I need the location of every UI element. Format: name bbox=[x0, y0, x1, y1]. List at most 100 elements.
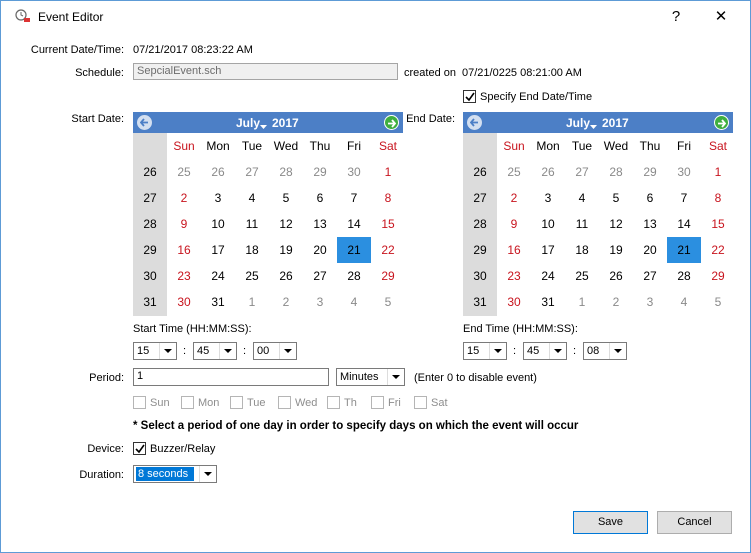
calendar-day[interactable]: 27 bbox=[633, 263, 667, 289]
calendar-day[interactable]: 18 bbox=[235, 237, 269, 263]
day-checkbox-mon[interactable] bbox=[181, 396, 194, 409]
calendar-day[interactable]: 27 bbox=[565, 159, 599, 185]
calendar-day[interactable]: 29 bbox=[371, 263, 405, 289]
calendar-day[interactable]: 28 bbox=[337, 263, 371, 289]
end-year[interactable]: 2017 bbox=[602, 116, 629, 130]
calendar-day[interactable]: 1 bbox=[371, 159, 405, 185]
calendar-day[interactable]: 30 bbox=[667, 159, 701, 185]
next-month-icon[interactable] bbox=[384, 115, 399, 130]
calendar-day[interactable]: 23 bbox=[497, 263, 531, 289]
month-dropdown-icon[interactable] bbox=[260, 125, 267, 129]
calendar-day[interactable]: 7 bbox=[667, 185, 701, 211]
calendar-day[interactable]: 11 bbox=[235, 211, 269, 237]
day-checkbox-th[interactable] bbox=[327, 396, 340, 409]
calendar-day[interactable]: 5 bbox=[371, 289, 405, 315]
day-checkbox-fri[interactable] bbox=[371, 396, 384, 409]
chevron-down-icon[interactable] bbox=[609, 343, 626, 359]
calendar-day[interactable]: 25 bbox=[565, 263, 599, 289]
chevron-down-icon[interactable] bbox=[387, 369, 404, 385]
calendar-day[interactable]: 14 bbox=[667, 211, 701, 237]
calendar-day[interactable]: 14 bbox=[337, 211, 371, 237]
calendar-day[interactable]: 19 bbox=[269, 237, 303, 263]
chevron-down-icon[interactable] bbox=[199, 466, 216, 482]
start-second-select[interactable]: 00 bbox=[253, 342, 297, 360]
calendar-day[interactable]: 12 bbox=[269, 211, 303, 237]
calendar-day[interactable]: 26 bbox=[201, 159, 235, 185]
calendar-day[interactable]: 30 bbox=[337, 159, 371, 185]
calendar-day[interactable]: 11 bbox=[565, 211, 599, 237]
calendar-day[interactable]: 28 bbox=[599, 159, 633, 185]
calendar-day[interactable]: 28 bbox=[269, 159, 303, 185]
calendar-day[interactable]: 23 bbox=[167, 263, 201, 289]
calendar-day[interactable]: 13 bbox=[303, 211, 337, 237]
calendar-day[interactable]: 29 bbox=[633, 159, 667, 185]
calendar-day[interactable]: 6 bbox=[303, 185, 337, 211]
calendar-day[interactable]: 21 bbox=[337, 237, 371, 263]
next-month-icon[interactable] bbox=[714, 115, 729, 130]
calendar-day[interactable]: 3 bbox=[303, 289, 337, 315]
period-unit-select[interactable]: Minutes bbox=[336, 368, 405, 386]
calendar-day[interactable]: 28 bbox=[667, 263, 701, 289]
day-checkbox-wed[interactable] bbox=[278, 396, 291, 409]
calendar-day[interactable]: 31 bbox=[201, 289, 235, 315]
calendar-day[interactable]: 17 bbox=[201, 237, 235, 263]
start-hour-select[interactable]: 15 bbox=[133, 342, 177, 360]
month-dropdown-icon[interactable] bbox=[590, 125, 597, 129]
end-hour-select[interactable]: 15 bbox=[463, 342, 507, 360]
day-checkbox-sun[interactable] bbox=[133, 396, 146, 409]
help-button[interactable]: ? bbox=[654, 1, 698, 32]
calendar-day[interactable]: 20 bbox=[303, 237, 337, 263]
calendar-day[interactable]: 26 bbox=[269, 263, 303, 289]
calendar-day[interactable]: 21 bbox=[667, 237, 701, 263]
day-checkbox-sat[interactable] bbox=[414, 396, 427, 409]
calendar-day[interactable]: 29 bbox=[701, 263, 735, 289]
calendar-day[interactable]: 4 bbox=[235, 185, 269, 211]
end-month[interactable]: July bbox=[566, 116, 590, 130]
buzzer-relay-checkbox[interactable] bbox=[133, 442, 146, 455]
close-button[interactable]: ✕ bbox=[699, 1, 743, 32]
calendar-day[interactable]: 3 bbox=[633, 289, 667, 315]
start-year[interactable]: 2017 bbox=[272, 116, 299, 130]
chevron-down-icon[interactable] bbox=[279, 343, 296, 359]
calendar-day[interactable]: 4 bbox=[565, 185, 599, 211]
calendar-day[interactable]: 7 bbox=[337, 185, 371, 211]
calendar-day[interactable]: 1 bbox=[565, 289, 599, 315]
calendar-day[interactable]: 12 bbox=[599, 211, 633, 237]
calendar-day[interactable]: 30 bbox=[167, 289, 201, 315]
day-checkbox-tue[interactable] bbox=[230, 396, 243, 409]
chevron-down-icon[interactable] bbox=[549, 343, 566, 359]
start-minute-select[interactable]: 45 bbox=[193, 342, 237, 360]
prev-month-icon[interactable] bbox=[467, 115, 482, 130]
calendar-day[interactable]: 24 bbox=[201, 263, 235, 289]
calendar-day[interactable]: 1 bbox=[235, 289, 269, 315]
calendar-day[interactable]: 2 bbox=[167, 185, 201, 211]
calendar-day[interactable]: 16 bbox=[167, 237, 201, 263]
calendar-day[interactable]: 26 bbox=[531, 159, 565, 185]
calendar-day[interactable]: 5 bbox=[701, 289, 735, 315]
prev-month-icon[interactable] bbox=[137, 115, 152, 130]
calendar-day[interactable]: 30 bbox=[497, 289, 531, 315]
calendar-day[interactable]: 27 bbox=[303, 263, 337, 289]
specify-end-checkbox[interactable] bbox=[463, 90, 476, 103]
calendar-day[interactable]: 13 bbox=[633, 211, 667, 237]
calendar-day[interactable]: 29 bbox=[303, 159, 337, 185]
chevron-down-icon[interactable] bbox=[219, 343, 236, 359]
calendar-day[interactable]: 25 bbox=[167, 159, 201, 185]
calendar-day[interactable]: 26 bbox=[599, 263, 633, 289]
period-input[interactable]: 1 bbox=[133, 368, 329, 386]
calendar-day[interactable]: 1 bbox=[701, 159, 735, 185]
calendar-day[interactable]: 4 bbox=[667, 289, 701, 315]
calendar-day[interactable]: 9 bbox=[167, 211, 201, 237]
calendar-day[interactable]: 9 bbox=[497, 211, 531, 237]
calendar-day[interactable]: 31 bbox=[531, 289, 565, 315]
calendar-day[interactable]: 8 bbox=[701, 185, 735, 211]
calendar-day[interactable]: 18 bbox=[565, 237, 599, 263]
calendar-day[interactable]: 22 bbox=[371, 237, 405, 263]
calendar-day[interactable]: 25 bbox=[235, 263, 269, 289]
calendar-day[interactable]: 16 bbox=[497, 237, 531, 263]
start-month[interactable]: July bbox=[236, 116, 260, 130]
chevron-down-icon[interactable] bbox=[489, 343, 506, 359]
calendar-day[interactable]: 3 bbox=[531, 185, 565, 211]
calendar-day[interactable]: 8 bbox=[371, 185, 405, 211]
calendar-day[interactable]: 15 bbox=[371, 211, 405, 237]
